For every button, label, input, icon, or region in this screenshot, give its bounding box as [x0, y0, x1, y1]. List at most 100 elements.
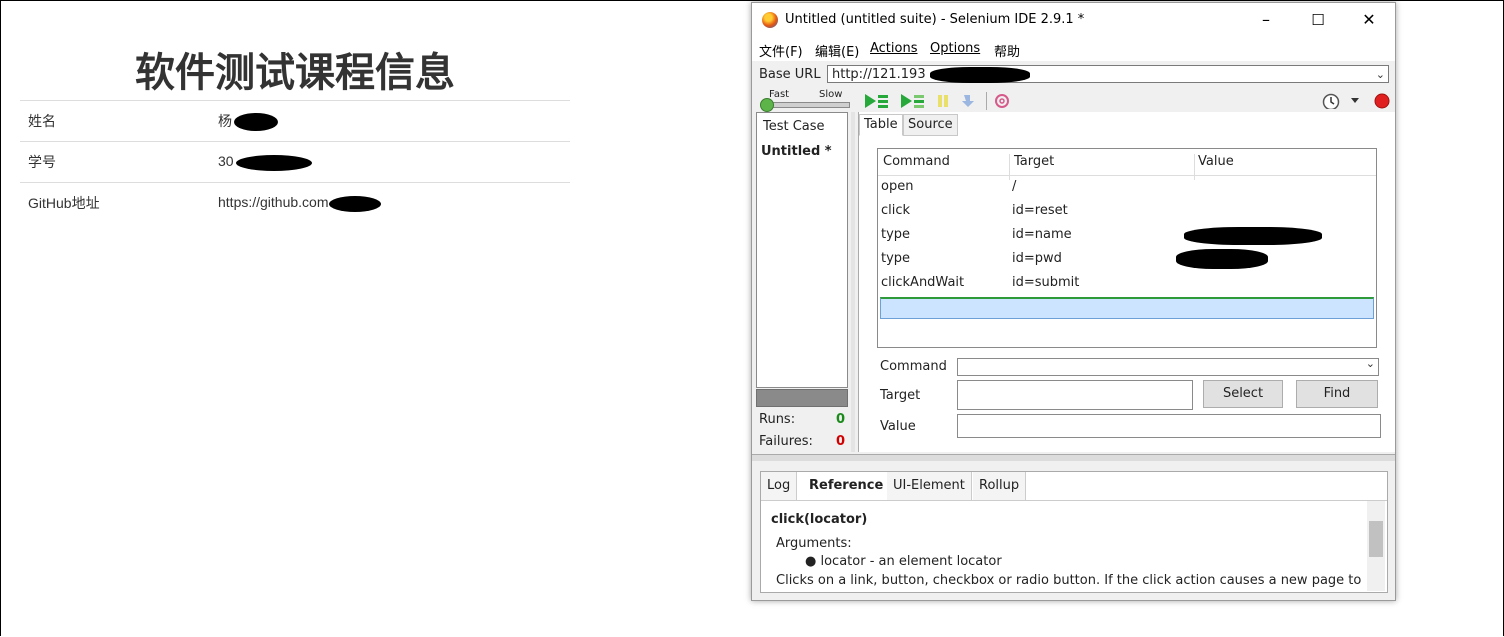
menu-file[interactable]: 文件(F) [759, 41, 803, 60]
row-command: clickAndWait [881, 275, 965, 290]
test-case-panel: Test Case Untitled * [756, 112, 848, 388]
row-command: type [881, 227, 911, 242]
redaction-mark [1184, 227, 1322, 245]
firefox-icon [762, 12, 778, 28]
speed-slow-label: Slow [819, 89, 843, 100]
table-row[interactable]: type id=name [878, 224, 1376, 248]
clock-icon[interactable] [1322, 93, 1340, 109]
play-suite-icon[interactable] [864, 93, 890, 109]
name-value: 杨 [210, 100, 570, 142]
find-button[interactable]: Find [1296, 380, 1378, 408]
table-row[interactable]: clickAndWait id=submit [878, 272, 1376, 296]
col-target[interactable]: Target [1014, 154, 1054, 169]
runs-label: Runs: [759, 412, 796, 427]
minimize-button[interactable]: – [1246, 8, 1286, 32]
value-input[interactable] [957, 414, 1381, 438]
reference-description: Clicks on a link, button, checkbox or ra… [776, 573, 1362, 588]
tab-reference[interactable]: Reference [803, 472, 891, 500]
table-row: 姓名 杨 [20, 100, 570, 142]
col-value[interactable]: Value [1198, 154, 1234, 169]
menu-help[interactable]: 帮助 [994, 41, 1020, 60]
tab-rollup[interactable]: Rollup [973, 472, 1027, 500]
row-target: id=submit [1012, 275, 1080, 290]
tab-underline [761, 500, 1387, 501]
table-row: 学号 30 [20, 141, 570, 183]
titlebar: Untitled (untitled suite) - Selenium IDE… [752, 3, 1395, 37]
redaction-mark [929, 66, 1030, 83]
close-button[interactable]: ✕ [1349, 8, 1389, 32]
runs-count: 0 [836, 412, 846, 427]
selenium-ide-window: Untitled (untitled suite) - Selenium IDE… [751, 2, 1396, 601]
chevron-down-icon[interactable]: ⌄ [1376, 66, 1385, 84]
base-url-row: Base URL http://121.193 ⌄ [752, 63, 1395, 87]
github-label: GitHub地址 [20, 182, 210, 223]
page-title: 软件测试课程信息 [135, 50, 455, 96]
menu-actions[interactable]: Actions [870, 41, 918, 56]
base-url-input[interactable]: http://121.193 ⌄ [827, 65, 1389, 83]
speed-slider-handle[interactable] [760, 98, 774, 112]
reference-panel: Log Reference UI-Element Rollup click(lo… [760, 471, 1388, 593]
row-command: type [881, 251, 911, 266]
menu-edit[interactable]: 编辑(E) [815, 41, 859, 60]
menubar: 文件(F) 编辑(E) Actions Options 帮助 [752, 37, 1395, 61]
table-header: Command Target Value [878, 149, 1376, 180]
test-case-item[interactable]: Untitled * [761, 144, 832, 159]
speed-slider[interactable] [762, 102, 850, 108]
pause-icon[interactable] [936, 93, 950, 109]
github-value: https://github.com [210, 182, 570, 223]
rollup-icon[interactable] [994, 93, 1010, 109]
row-target: id=name [1012, 227, 1072, 242]
editor-area: Table Source Command Target Value open /… [858, 112, 1395, 452]
toolbar-separator [986, 92, 987, 110]
table-row[interactable]: click id=reset [878, 200, 1376, 224]
tab-log[interactable]: Log [761, 472, 798, 500]
row-command: open [881, 179, 914, 194]
horizontal-splitter[interactable] [752, 454, 1395, 461]
reference-scrollbar[interactable] [1367, 501, 1385, 591]
tab-ui-element[interactable]: UI-Element [887, 472, 972, 500]
id-label: 学号 [20, 141, 210, 183]
base-url-label: Base URL [759, 67, 821, 82]
command-label: Command [880, 359, 947, 374]
name-label: 姓名 [20, 100, 210, 142]
tab-source[interactable]: Source [903, 114, 958, 136]
progress-bar [756, 389, 848, 407]
col-command[interactable]: Command [883, 154, 950, 169]
maximize-button[interactable]: ☐ [1298, 8, 1338, 32]
value-label: Value [880, 419, 916, 434]
reference-title: click(locator) [771, 512, 868, 527]
test-case-header: Test Case [763, 119, 825, 134]
row-target: / [1012, 179, 1017, 194]
select-button[interactable]: Select [1203, 380, 1283, 408]
reference-argument-text: locator - an element locator [820, 554, 1002, 569]
base-url-value: http://121.193 [832, 67, 926, 82]
command-input[interactable]: ⌄ [957, 357, 1379, 376]
failures-label: Failures: [759, 434, 813, 449]
target-label: Target [880, 388, 921, 403]
tab-table[interactable]: Table [859, 114, 903, 136]
step-icon[interactable] [961, 93, 977, 109]
record-icon[interactable] [1374, 93, 1390, 109]
table-row: GitHub地址 https://github.com [20, 182, 570, 223]
table-row[interactable]: type id=pwd [878, 248, 1376, 272]
failures-count: 0 [836, 434, 846, 449]
info-table: 姓名 杨 学号 30 GitHub地址 https://github.com [20, 100, 570, 223]
toolbar: Fast Slow [752, 89, 1395, 113]
scroll-thumb[interactable] [1369, 521, 1383, 557]
selected-empty-row[interactable] [880, 297, 1374, 319]
row-command: click [881, 203, 911, 218]
vertical-splitter[interactable] [851, 112, 855, 452]
play-test-case-icon[interactable] [900, 93, 926, 109]
redaction-mark [328, 195, 381, 212]
menu-options[interactable]: Options [930, 41, 980, 56]
reference-arguments-label: Arguments: [776, 536, 852, 551]
command-table: Command Target Value open / click id=res… [877, 148, 1377, 348]
redaction-mark [234, 113, 278, 132]
row-target: id=reset [1012, 203, 1068, 218]
target-input[interactable] [957, 380, 1193, 410]
chevron-down-icon[interactable]: ⌄ [1366, 357, 1375, 370]
table-row[interactable]: open / [878, 176, 1376, 200]
github-link[interactable]: https://github.com [218, 194, 329, 210]
window-title: Untitled (untitled suite) - Selenium IDE… [785, 12, 1085, 27]
redaction-mark [235, 154, 312, 171]
